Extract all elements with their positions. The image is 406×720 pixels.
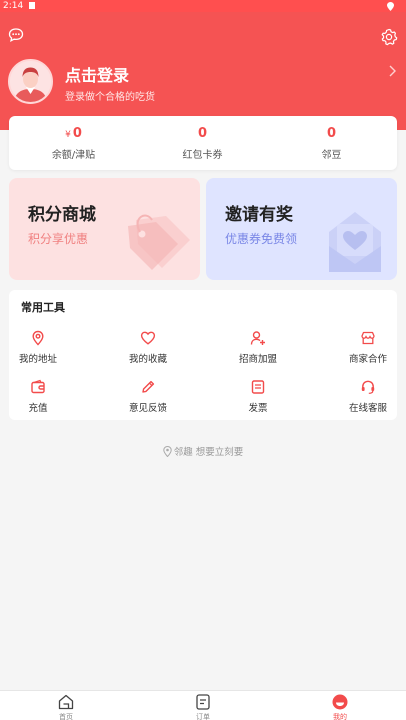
tool-my-favorites[interactable]: 我的收藏 [108, 330, 188, 370]
heart-icon [140, 331, 156, 345]
login-title[interactable]: 点击登录 [65, 62, 129, 86]
currency-symbol: ¥ [65, 130, 71, 140]
wallet-label: 余额/津贴 [51, 150, 96, 161]
location-status-icon [387, 2, 394, 11]
tool-label: 意见反馈 [128, 403, 167, 414]
envelope-heart-icon [329, 212, 381, 272]
tab-label: 订单 [196, 713, 210, 720]
tool-label: 在线客服 [348, 403, 387, 414]
tab-home[interactable]: 首页 [26, 693, 106, 720]
tools-title: 常用工具 [21, 301, 65, 314]
wallet-value: 0 [326, 126, 337, 141]
tool-label: 我的地址 [18, 354, 57, 365]
tool-franchise[interactable]: 招商加盟 [218, 330, 298, 370]
tool-label: 充值 [28, 403, 48, 414]
receipt-icon [251, 380, 265, 394]
pencil-icon [142, 380, 155, 393]
tab-orders[interactable]: 订单 [163, 693, 243, 720]
wallet-label: 邻豆 [321, 150, 342, 161]
status-bar: 2:14 [0, 0, 406, 12]
profile-icon [332, 694, 348, 710]
promo-subtitle: 积分享优惠 [28, 232, 89, 246]
tool-merchant-cooperation[interactable]: 商家合作 [328, 330, 406, 370]
tool-label: 我的收藏 [128, 354, 167, 365]
wallet-beans[interactable]: 0 邻豆 [267, 116, 396, 170]
message-icon[interactable] [8, 27, 24, 43]
tab-mine[interactable]: 我的 [300, 693, 380, 720]
home-icon [58, 694, 74, 710]
wallet-value: 0 [72, 126, 82, 141]
store-icon [361, 331, 375, 345]
tool-label: 招商加盟 [238, 354, 277, 365]
notification-icon [29, 2, 36, 9]
location-pin-icon [163, 445, 172, 458]
promo-subtitle: 优惠券免费领 [225, 232, 298, 246]
tool-label: 发票 [248, 403, 268, 414]
location-icon [32, 330, 44, 346]
price-tag-icon [128, 214, 190, 270]
invite-card[interactable]: 邀请有奖 优惠券免费领 [206, 178, 397, 280]
avatar-placeholder-icon [10, 61, 51, 102]
common-tools-card: 常用工具 我的地址 我的收藏 招商加盟 商家合作 充值 意见反馈 发票 在线客服 [9, 290, 397, 420]
tool-invoice[interactable]: 发票 [218, 379, 298, 419]
wallet-label: 红包卡券 [182, 150, 223, 161]
wallet-value: 0 [197, 126, 208, 141]
order-icon [196, 694, 210, 710]
user-add-icon [250, 331, 265, 345]
wallet-balance[interactable]: ¥0 余额/津贴 [9, 116, 138, 170]
headset-icon [361, 380, 375, 394]
status-time: 2:14 [3, 1, 24, 11]
wallet-icon [31, 379, 45, 394]
tool-feedback[interactable]: 意见反馈 [108, 379, 188, 419]
wallet-coupons[interactable]: 0 红包卡券 [138, 116, 267, 170]
avatar[interactable] [8, 59, 53, 104]
bottom-tab-bar: 首页 订单 我的 [0, 690, 406, 720]
tool-label: 商家合作 [348, 354, 387, 365]
promo-title: 积分商城 [28, 205, 96, 225]
tool-my-address[interactable]: 我的地址 [0, 330, 78, 370]
promo-title: 邀请有奖 [225, 205, 293, 225]
gear-icon[interactable] [380, 28, 398, 46]
chevron-right-icon[interactable] [386, 64, 398, 78]
wallet-card: ¥0 余额/津贴 0 红包卡券 0 邻豆 [9, 116, 397, 170]
tab-label: 首页 [59, 713, 73, 720]
login-subtitle: 登录做个合格的吃货 [65, 92, 155, 103]
slogan-text: 邻趣 想要立刻要 [173, 447, 244, 458]
tool-recharge[interactable]: 充值 [0, 379, 78, 419]
tab-label: 我的 [333, 713, 347, 720]
brand-slogan: 邻趣 想要立刻要 [0, 444, 406, 458]
tool-online-service[interactable]: 在线客服 [328, 379, 406, 419]
points-mall-card[interactable]: 积分商城 积分享优惠 [9, 178, 200, 280]
